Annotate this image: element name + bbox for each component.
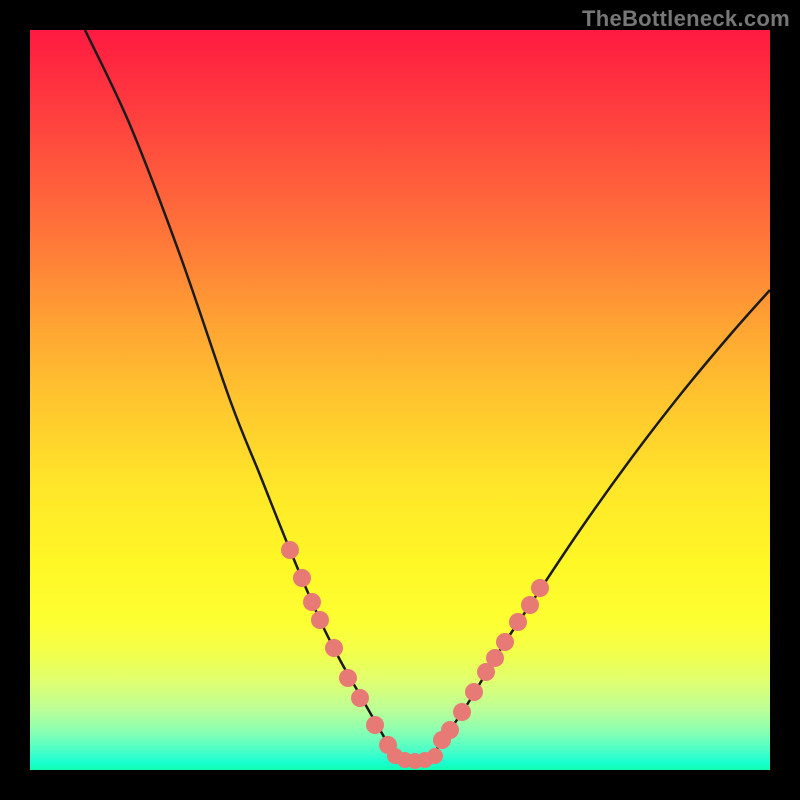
curve-marker — [521, 596, 539, 614]
curve-marker — [486, 649, 504, 667]
curve-marker — [496, 633, 514, 651]
curve-marker — [311, 611, 329, 629]
curve-marker — [407, 753, 423, 769]
curve-markers — [281, 541, 549, 769]
curve-marker — [325, 639, 343, 657]
curve-marker — [351, 689, 369, 707]
curve-marker — [509, 613, 527, 631]
curve-svg — [30, 30, 770, 770]
curve-marker — [303, 593, 321, 611]
curve-marker — [387, 748, 403, 764]
curve-marker — [397, 752, 413, 768]
curve-marker — [417, 752, 433, 768]
curve-marker — [477, 663, 495, 681]
curve-marker — [531, 579, 549, 597]
curve-marker — [453, 703, 471, 721]
curve-marker — [433, 731, 451, 749]
curve-marker — [281, 541, 299, 559]
curve-marker — [293, 569, 311, 587]
curve-marker — [339, 669, 357, 687]
chart-frame: TheBottleneck.com — [0, 0, 800, 800]
curve-marker — [427, 748, 443, 764]
curve-marker — [379, 736, 397, 754]
curve-marker — [441, 721, 459, 739]
plot-area — [30, 30, 770, 770]
bottleneck-curve — [85, 30, 770, 761]
watermark-text: TheBottleneck.com — [582, 6, 790, 32]
curve-marker — [366, 716, 384, 734]
curve-marker — [465, 683, 483, 701]
